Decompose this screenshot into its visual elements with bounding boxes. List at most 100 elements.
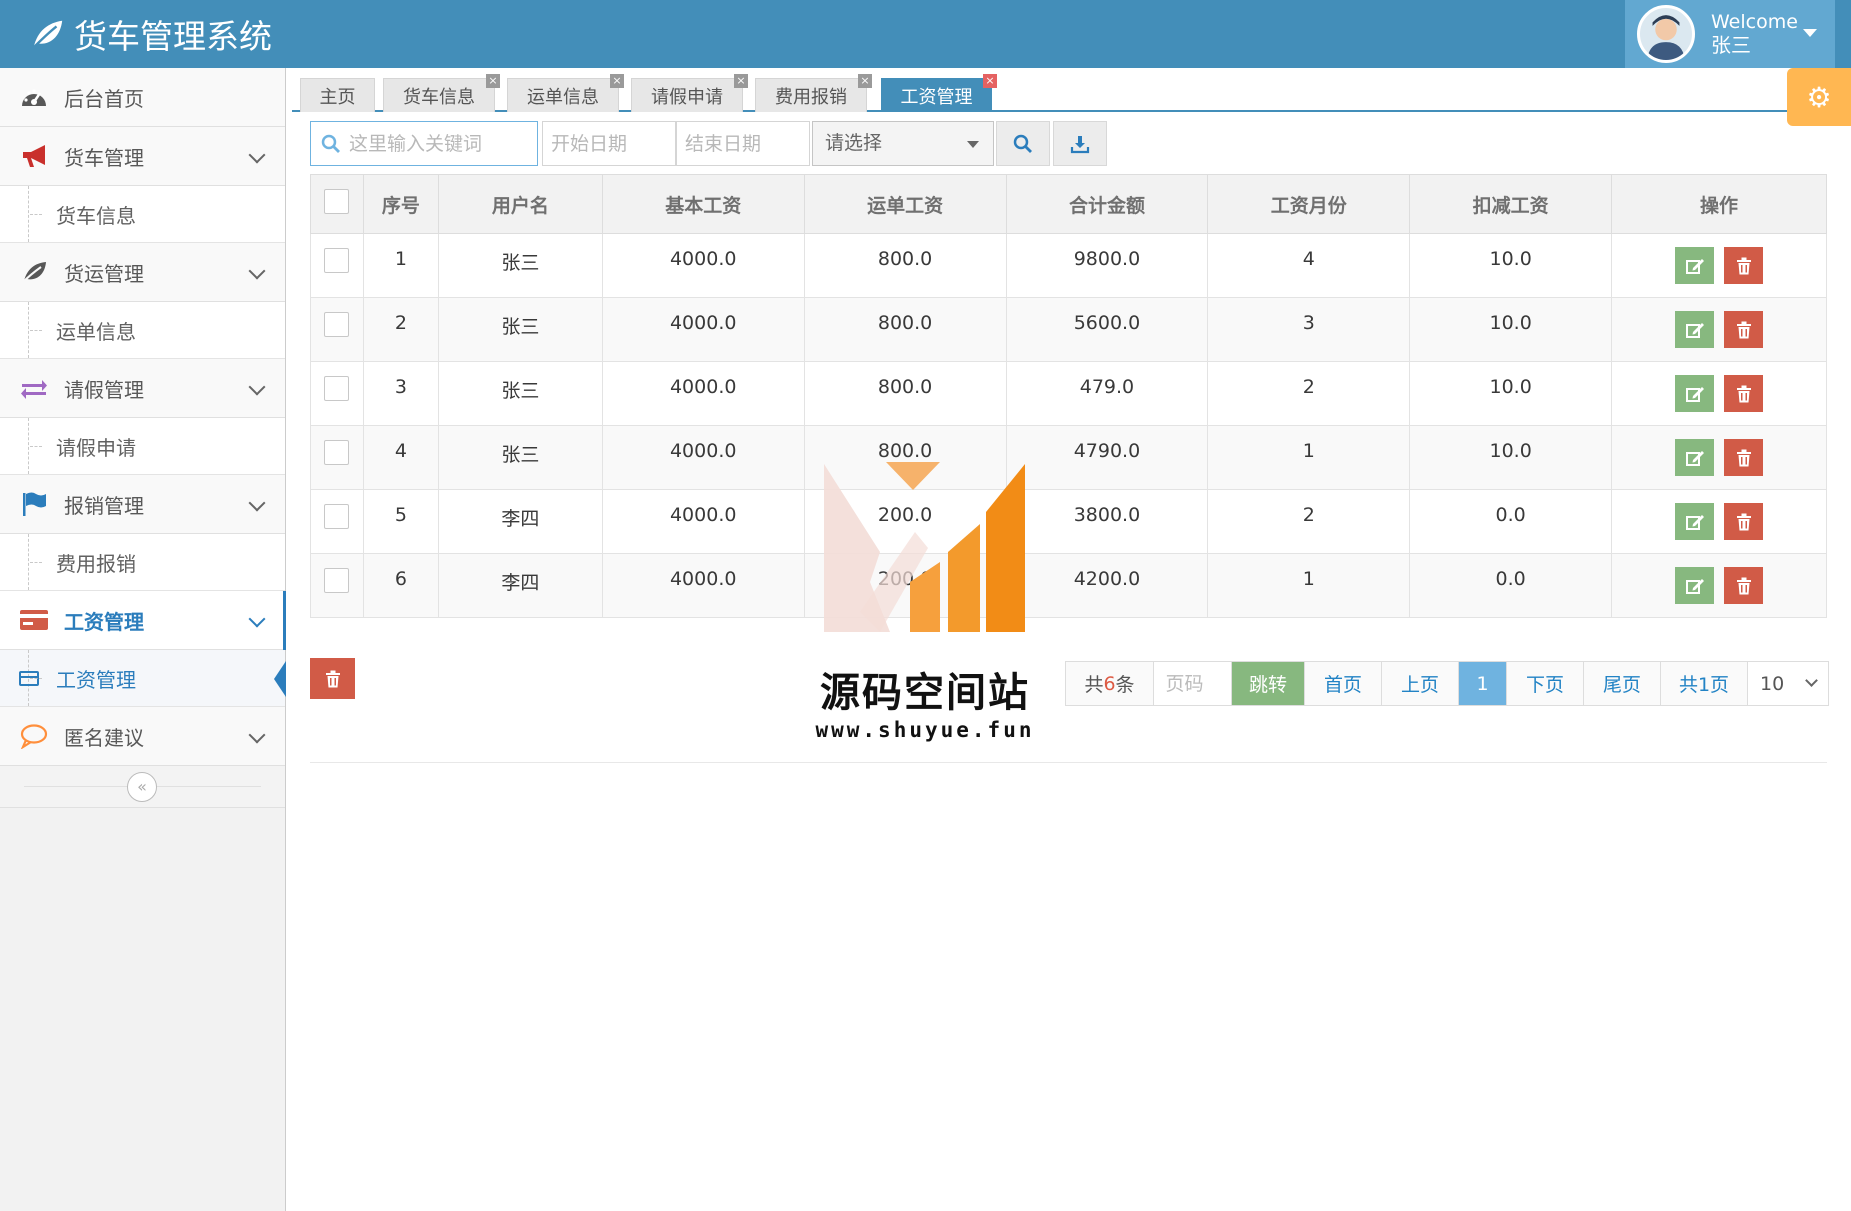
trash-icon	[325, 670, 340, 687]
sidebar-item-label: 工资管理	[56, 667, 136, 692]
select-all-checkbox[interactable]	[324, 189, 350, 214]
tab-salary-management[interactable]: 工资管理 ×	[881, 74, 997, 112]
last-page-button[interactable]: 尾页	[1584, 662, 1661, 705]
edit-button[interactable]	[1675, 311, 1715, 348]
prev-page-button[interactable]: 上页	[1382, 662, 1459, 705]
cell-month: 1	[1207, 425, 1411, 490]
row-checkbox[interactable]	[324, 312, 350, 337]
search-field[interactable]	[310, 121, 538, 166]
delete-button[interactable]	[1724, 247, 1764, 284]
column-header[interactable]: 基本工资	[601, 174, 805, 234]
row-checkbox[interactable]	[324, 568, 350, 593]
cell-index: 2	[362, 297, 439, 362]
edit-button[interactable]	[1675, 439, 1715, 476]
export-button[interactable]	[1053, 121, 1107, 166]
chevron-down-icon	[248, 146, 266, 164]
gear-icon: ⚙	[1806, 80, 1832, 114]
delete-button[interactable]	[1724, 439, 1764, 476]
trash-icon	[1736, 513, 1751, 530]
edit-button[interactable]	[1675, 247, 1715, 284]
edit-button[interactable]	[1675, 503, 1715, 540]
table-row: 5 李四 4000.0 200.0 3800.0 2 0.0	[310, 489, 1827, 554]
sidebar-item-truck-management[interactable]: 货车管理	[0, 127, 285, 186]
cell-username: 李四	[437, 489, 603, 554]
bulk-delete-button[interactable]	[310, 658, 355, 699]
search-icon	[1013, 134, 1032, 153]
delete-button[interactable]	[1724, 375, 1764, 412]
sidebar-subitem-waybill-info[interactable]: 运单信息	[0, 302, 285, 359]
sidebar-item-reimbursement-management[interactable]: 报销管理	[0, 475, 285, 534]
page-number-input[interactable]	[1159, 663, 1226, 704]
close-icon[interactable]: ×	[858, 74, 872, 88]
trash-icon	[1736, 385, 1751, 402]
next-page-button[interactable]: 下页	[1507, 662, 1584, 705]
edit-icon	[1685, 258, 1704, 274]
search-input[interactable]	[349, 132, 529, 155]
cell-username: 张三	[437, 425, 603, 490]
page-size-select[interactable]: 10	[1748, 662, 1828, 705]
close-icon[interactable]: ×	[734, 74, 748, 88]
sidebar-item-dashboard[interactable]: 后台首页	[0, 68, 285, 127]
tab-waybill-info[interactable]: 运单信息 ×	[507, 74, 624, 112]
tab-expense-reimbursement[interactable]: 费用报销 ×	[755, 74, 872, 112]
search-button[interactable]	[996, 121, 1050, 166]
cell-deduction: 10.0	[1409, 233, 1613, 298]
sidebar-item-label: 匿名建议	[64, 725, 144, 750]
start-date-field[interactable]	[542, 121, 676, 166]
row-checkbox[interactable]	[324, 504, 350, 529]
settings-button[interactable]: ⚙	[1787, 68, 1851, 126]
end-date-field[interactable]	[676, 121, 810, 166]
sidebar-item-freight-management[interactable]: 货运管理	[0, 243, 285, 302]
cell-username: 张三	[437, 297, 603, 362]
sidebar-collapse: «	[0, 766, 285, 808]
sidebar-subitem-expense-reimbursement[interactable]: 费用报销	[0, 534, 285, 591]
edit-button[interactable]	[1675, 375, 1715, 412]
column-header[interactable]: 扣减工资	[1409, 174, 1613, 234]
sidebar-item-label: 后台首页	[64, 86, 144, 111]
delete-button[interactable]	[1724, 567, 1764, 604]
cell-total: 9800.0	[1005, 233, 1209, 298]
sidebar-subitem-leave-request[interactable]: 请假申请	[0, 418, 285, 475]
sidebar-item-anonymous-suggestions[interactable]: 匿名建议	[0, 707, 285, 766]
sidebar-subitem-truck-info[interactable]: 货车信息	[0, 186, 285, 243]
row-checkbox[interactable]	[324, 248, 350, 273]
close-icon[interactable]: ×	[610, 74, 624, 88]
tab-truck-info[interactable]: 货车信息 ×	[383, 74, 500, 112]
jump-button[interactable]: 跳转	[1232, 662, 1305, 705]
column-header[interactable]: 运单工资	[803, 174, 1007, 234]
column-header[interactable]: 用户名	[437, 174, 603, 234]
page-number-field[interactable]	[1154, 662, 1232, 705]
collapse-sidebar-button[interactable]: «	[127, 772, 157, 802]
delete-button[interactable]	[1724, 311, 1764, 348]
close-icon[interactable]: ×	[983, 74, 997, 88]
close-icon[interactable]: ×	[486, 74, 500, 88]
chevron-down-icon	[248, 262, 266, 280]
search-icon	[321, 134, 340, 153]
sidebar-item-label: 货车信息	[56, 203, 136, 228]
sidebar-item-label: 请假申请	[56, 435, 136, 460]
sidebar-subitem-salary-management[interactable]: 工资管理	[0, 650, 286, 707]
chevron-down-icon	[248, 378, 266, 396]
delete-button[interactable]	[1724, 503, 1764, 540]
edit-button[interactable]	[1675, 567, 1715, 604]
sidebar-item-leave-management[interactable]: 请假管理	[0, 359, 285, 418]
sidebar-item-salary-management[interactable]: 工资管理	[0, 591, 286, 650]
table-row: 3 张三 4000.0 800.0 479.0 2 10.0	[310, 361, 1827, 426]
row-checkbox[interactable]	[324, 376, 350, 401]
tab-home[interactable]: 主页	[300, 78, 375, 112]
column-header[interactable]: 序号	[362, 174, 439, 234]
row-checkbox[interactable]	[324, 440, 350, 465]
column-header[interactable]: 合计金额	[1005, 174, 1209, 234]
active-indicator	[274, 661, 286, 697]
filter-select[interactable]: 请选择	[812, 121, 994, 166]
current-page-button[interactable]: 1	[1459, 662, 1507, 705]
end-date-input[interactable]	[677, 122, 801, 165]
cell-total: 5600.0	[1005, 297, 1209, 362]
first-page-button[interactable]: 首页	[1305, 662, 1382, 705]
tab-leave-request[interactable]: 请假申请 ×	[631, 74, 748, 112]
start-date-input[interactable]	[543, 122, 667, 165]
user-menu[interactable]: Welcome 张三	[1625, 0, 1835, 68]
brand[interactable]: 货车管理系统	[28, 10, 272, 58]
salary-table: 序号 用户名 基本工资 运单工资 合计金额 工资月份 扣减工资 操作 1 张三 …	[310, 174, 1827, 618]
column-header[interactable]: 工资月份	[1207, 174, 1411, 234]
